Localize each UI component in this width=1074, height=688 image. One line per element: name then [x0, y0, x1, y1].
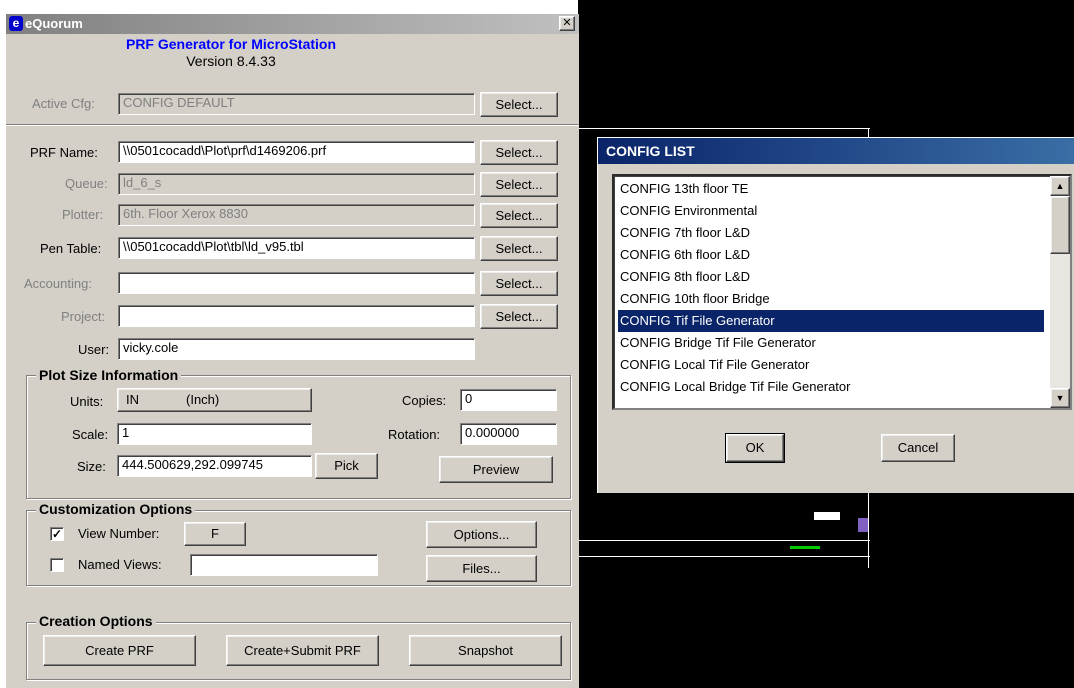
accounting-select-button[interactable]: Select...: [480, 271, 558, 296]
close-icon: ✕: [562, 17, 572, 29]
ok-button[interactable]: OK: [725, 433, 785, 463]
scroll-thumb[interactable]: [1050, 196, 1070, 254]
drawing-frame-line: [578, 128, 870, 129]
version-text: Version 8.4.33: [186, 53, 276, 69]
active-cfg-field: CONFIG DEFAULT: [118, 93, 475, 115]
up-arrow-icon: ▲: [1055, 181, 1065, 191]
scale-label: Scale:: [72, 427, 109, 442]
scale-field[interactable]: 1: [117, 423, 312, 445]
config-list-item[interactable]: CONFIG Local Bridge Tif File Generator: [618, 376, 1044, 398]
units-value: IN: [126, 392, 139, 407]
plotter-label: Plotter:: [62, 207, 104, 222]
window-title: eQuorum: [25, 16, 83, 31]
creation-title: Creation Options: [36, 613, 156, 629]
cancel-button[interactable]: Cancel: [881, 434, 955, 462]
config-list-item[interactable]: CONFIG 8th floor L&D: [618, 266, 1044, 288]
config-list-item[interactable]: CONFIG 7th floor L&D: [618, 222, 1044, 244]
named-views-label: Named Views:: [78, 557, 162, 572]
drawing-frame-line: [578, 556, 870, 557]
drawing-detail: [790, 546, 820, 549]
config-list-item[interactable]: CONFIG Tif File Generator: [618, 310, 1044, 332]
drawing-detail: [814, 512, 840, 520]
close-button[interactable]: ✕: [559, 16, 575, 31]
config-list-item[interactable]: CONFIG Local Tif File Generator: [618, 354, 1044, 376]
accounting-field[interactable]: [118, 272, 475, 294]
create-submit-prf-button[interactable]: Create+Submit PRF: [226, 635, 379, 666]
active-cfg-select-button[interactable]: Select...: [480, 92, 558, 117]
project-select-button[interactable]: Select...: [480, 304, 558, 329]
units-description: (Inch): [186, 392, 220, 407]
queue-field: ld_6_s: [118, 173, 475, 195]
config-list-title-bar[interactable]: CONFIG LIST: [598, 138, 1074, 164]
rotation-field[interactable]: 0.000000: [460, 423, 557, 445]
config-list-dialog: CONFIG LIST CONFIG 13th floor TE CONFIG E…: [597, 137, 1074, 493]
size-field[interactable]: 444.500629,292.099745: [117, 455, 312, 477]
create-prf-button[interactable]: Create PRF: [43, 635, 196, 666]
view-number-label: View Number:: [78, 526, 160, 541]
header-title: PRF Generator for MicroStation: [125, 36, 337, 52]
drawing-detail: [858, 518, 868, 532]
drawing-frame-line: [578, 540, 870, 541]
config-list-item[interactable]: CONFIG 6th floor L&D: [618, 244, 1044, 266]
project-field[interactable]: [118, 305, 475, 327]
config-list-item[interactable]: CONFIG 13th floor TE: [618, 178, 1044, 200]
view-number-button[interactable]: F: [184, 522, 246, 546]
user-label: User:: [78, 342, 110, 357]
pen-table-label: Pen Table:: [40, 241, 102, 256]
pick-button[interactable]: Pick: [315, 453, 378, 479]
scroll-down-button[interactable]: ▼: [1050, 388, 1070, 408]
prf-generator-dialog: e eQuorum ✕ PRF Generator for MicroStati…: [5, 14, 579, 688]
accounting-label: Accounting:: [24, 276, 92, 291]
pen-table-select-button[interactable]: Select...: [480, 236, 558, 261]
copies-field[interactable]: 0: [460, 389, 557, 411]
queue-select-button[interactable]: Select...: [480, 172, 558, 197]
config-list-item[interactable]: CONFIG Bridge Tif File Generator: [618, 332, 1044, 354]
snapshot-button[interactable]: Snapshot: [409, 635, 562, 666]
named-views-checkbox[interactable]: [50, 558, 64, 572]
prf-name-field[interactable]: \\0501cocadd\Plot\prf\d1469206.prf: [118, 141, 475, 163]
scrollbar[interactable]: ▲ ▼: [1050, 176, 1070, 408]
units-button[interactable]: IN (Inch): [117, 388, 312, 412]
down-arrow-icon: ▼: [1055, 393, 1065, 403]
app-logo-icon: e: [9, 16, 23, 31]
rotation-label: Rotation:: [388, 427, 441, 442]
config-list-item[interactable]: CONFIG 10th floor Bridge: [618, 288, 1044, 310]
copies-label: Copies:: [402, 393, 447, 408]
named-views-field[interactable]: [190, 554, 378, 576]
user-field[interactable]: vicky.cole: [118, 338, 475, 360]
prf-name-label: PRF Name:: [30, 145, 98, 160]
files-button[interactable]: Files...: [426, 555, 537, 582]
plotter-select-button[interactable]: Select...: [480, 203, 558, 228]
plotter-field: 6th. Floor Xerox 8830: [118, 204, 475, 226]
preview-button[interactable]: Preview: [439, 456, 553, 483]
options-button[interactable]: Options...: [426, 521, 537, 548]
view-number-checkbox[interactable]: ✓: [50, 527, 64, 541]
pen-table-field[interactable]: \\0501cocadd\Plot\tbl\ld_v95.tbl: [118, 237, 475, 259]
prf-name-select-button[interactable]: Select...: [480, 140, 558, 165]
queue-label: Queue:: [65, 176, 108, 191]
plot-size-title: Plot Size Information: [36, 367, 182, 383]
size-label: Size:: [77, 459, 106, 474]
title-bar[interactable]: e eQuorum ✕: [6, 14, 579, 34]
config-listbox[interactable]: CONFIG 13th floor TE CONFIG Environmental…: [612, 174, 1072, 410]
separator: [6, 124, 579, 125]
project-label: Project:: [61, 309, 106, 324]
scroll-up-button[interactable]: ▲: [1050, 176, 1070, 196]
config-list-item[interactable]: CONFIG Environmental: [618, 200, 1044, 222]
config-list-title: CONFIG LIST: [606, 143, 695, 159]
active-cfg-label: Active Cfg:: [32, 96, 95, 111]
units-label: Units:: [70, 394, 104, 409]
customization-title: Customization Options: [36, 501, 196, 517]
config-items-container: CONFIG 13th floor TE CONFIG Environmental…: [618, 178, 1044, 398]
